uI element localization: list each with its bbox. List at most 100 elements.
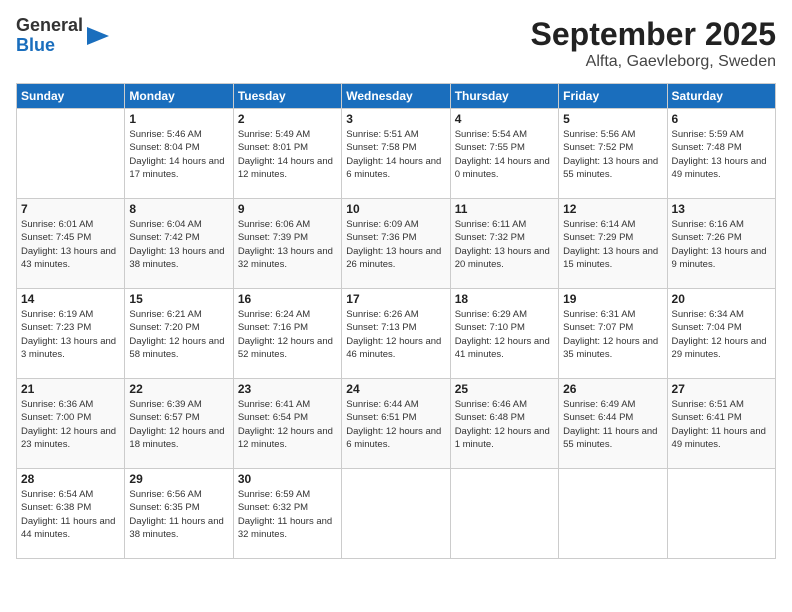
cell-info: Sunrise: 5:51 AM Sunset: 7:58 PM Dayligh… bbox=[346, 128, 445, 181]
cell-info: Sunrise: 6:41 AM Sunset: 6:54 PM Dayligh… bbox=[238, 398, 337, 451]
sunrise-label: Sunrise: 5:56 AM bbox=[563, 129, 635, 140]
date-number: 24 bbox=[346, 382, 445, 396]
date-number: 21 bbox=[21, 382, 120, 396]
calendar-cell: 4 Sunrise: 5:54 AM Sunset: 7:55 PM Dayli… bbox=[450, 109, 558, 199]
calendar-subtitle: Alfta, Gaevleborg, Sweden bbox=[531, 53, 776, 71]
cell-info: Sunrise: 6:31 AM Sunset: 7:07 PM Dayligh… bbox=[563, 308, 662, 361]
date-number: 29 bbox=[129, 472, 228, 486]
sunset-label: Sunset: 7:45 PM bbox=[21, 232, 91, 243]
calendar-cell: 23 Sunrise: 6:41 AM Sunset: 6:54 PM Dayl… bbox=[233, 379, 341, 469]
cell-info: Sunrise: 5:56 AM Sunset: 7:52 PM Dayligh… bbox=[563, 128, 662, 181]
day-header-monday: Monday bbox=[125, 84, 233, 109]
calendar-cell: 19 Sunrise: 6:31 AM Sunset: 7:07 PM Dayl… bbox=[559, 289, 667, 379]
cell-info: Sunrise: 6:19 AM Sunset: 7:23 PM Dayligh… bbox=[21, 308, 120, 361]
calendar-cell: 20 Sunrise: 6:34 AM Sunset: 7:04 PM Dayl… bbox=[667, 289, 775, 379]
sunset-label: Sunset: 8:04 PM bbox=[129, 142, 199, 153]
date-number: 16 bbox=[238, 292, 337, 306]
calendar-cell: 21 Sunrise: 6:36 AM Sunset: 7:00 PM Dayl… bbox=[17, 379, 125, 469]
sunset-label: Sunset: 6:57 PM bbox=[129, 412, 199, 423]
sunset-label: Sunset: 6:41 PM bbox=[672, 412, 742, 423]
date-number: 7 bbox=[21, 202, 120, 216]
daylight-label: Daylight: 11 hours and 38 minutes. bbox=[129, 516, 223, 540]
sunset-label: Sunset: 6:51 PM bbox=[346, 412, 416, 423]
calendar-cell: 27 Sunrise: 6:51 AM Sunset: 6:41 PM Dayl… bbox=[667, 379, 775, 469]
sunrise-label: Sunrise: 6:46 AM bbox=[455, 399, 527, 410]
date-number: 2 bbox=[238, 112, 337, 126]
cell-info: Sunrise: 5:59 AM Sunset: 7:48 PM Dayligh… bbox=[672, 128, 771, 181]
daylight-label: Daylight: 12 hours and 23 minutes. bbox=[21, 426, 116, 450]
daylight-label: Daylight: 13 hours and 3 minutes. bbox=[21, 336, 116, 360]
cell-info: Sunrise: 6:04 AM Sunset: 7:42 PM Dayligh… bbox=[129, 218, 228, 271]
sunrise-label: Sunrise: 6:54 AM bbox=[21, 489, 93, 500]
header-row: SundayMondayTuesdayWednesdayThursdayFrid… bbox=[17, 84, 776, 109]
week-row-3: 14 Sunrise: 6:19 AM Sunset: 7:23 PM Dayl… bbox=[17, 289, 776, 379]
cell-info: Sunrise: 6:11 AM Sunset: 7:32 PM Dayligh… bbox=[455, 218, 554, 271]
daylight-label: Daylight: 12 hours and 58 minutes. bbox=[129, 336, 224, 360]
calendar-cell: 10 Sunrise: 6:09 AM Sunset: 7:36 PM Dayl… bbox=[342, 199, 450, 289]
calendar-cell: 26 Sunrise: 6:49 AM Sunset: 6:44 PM Dayl… bbox=[559, 379, 667, 469]
calendar-cell bbox=[17, 109, 125, 199]
calendar-cell: 13 Sunrise: 6:16 AM Sunset: 7:26 PM Dayl… bbox=[667, 199, 775, 289]
calendar-cell: 16 Sunrise: 6:24 AM Sunset: 7:16 PM Dayl… bbox=[233, 289, 341, 379]
sunrise-label: Sunrise: 6:01 AM bbox=[21, 219, 93, 230]
daylight-label: Daylight: 14 hours and 12 minutes. bbox=[238, 156, 333, 180]
sunrise-label: Sunrise: 5:46 AM bbox=[129, 129, 201, 140]
sunset-label: Sunset: 7:23 PM bbox=[21, 322, 91, 333]
cell-info: Sunrise: 6:36 AM Sunset: 7:00 PM Dayligh… bbox=[21, 398, 120, 451]
calendar-cell: 24 Sunrise: 6:44 AM Sunset: 6:51 PM Dayl… bbox=[342, 379, 450, 469]
sunset-label: Sunset: 6:38 PM bbox=[21, 502, 91, 513]
daylight-label: Daylight: 13 hours and 32 minutes. bbox=[238, 246, 333, 270]
date-number: 18 bbox=[455, 292, 554, 306]
cell-info: Sunrise: 6:29 AM Sunset: 7:10 PM Dayligh… bbox=[455, 308, 554, 361]
calendar-title: September 2025 bbox=[531, 16, 776, 53]
sunset-label: Sunset: 6:48 PM bbox=[455, 412, 525, 423]
date-number: 1 bbox=[129, 112, 228, 126]
cell-info: Sunrise: 6:39 AM Sunset: 6:57 PM Dayligh… bbox=[129, 398, 228, 451]
date-number: 13 bbox=[672, 202, 771, 216]
daylight-label: Daylight: 11 hours and 49 minutes. bbox=[672, 426, 766, 450]
sunset-label: Sunset: 7:07 PM bbox=[563, 322, 633, 333]
daylight-label: Daylight: 12 hours and 1 minute. bbox=[455, 426, 550, 450]
cell-info: Sunrise: 6:06 AM Sunset: 7:39 PM Dayligh… bbox=[238, 218, 337, 271]
calendar-cell: 12 Sunrise: 6:14 AM Sunset: 7:29 PM Dayl… bbox=[559, 199, 667, 289]
date-number: 27 bbox=[672, 382, 771, 396]
cell-info: Sunrise: 6:01 AM Sunset: 7:45 PM Dayligh… bbox=[21, 218, 120, 271]
date-number: 5 bbox=[563, 112, 662, 126]
daylight-label: Daylight: 14 hours and 17 minutes. bbox=[129, 156, 224, 180]
cell-info: Sunrise: 6:16 AM Sunset: 7:26 PM Dayligh… bbox=[672, 218, 771, 271]
daylight-label: Daylight: 11 hours and 32 minutes. bbox=[238, 516, 332, 540]
calendar-cell: 5 Sunrise: 5:56 AM Sunset: 7:52 PM Dayli… bbox=[559, 109, 667, 199]
calendar-cell: 25 Sunrise: 6:46 AM Sunset: 6:48 PM Dayl… bbox=[450, 379, 558, 469]
sunset-label: Sunset: 7:16 PM bbox=[238, 322, 308, 333]
sunset-label: Sunset: 8:01 PM bbox=[238, 142, 308, 153]
sunrise-label: Sunrise: 6:34 AM bbox=[672, 309, 744, 320]
sunset-label: Sunset: 7:10 PM bbox=[455, 322, 525, 333]
cell-info: Sunrise: 6:46 AM Sunset: 6:48 PM Dayligh… bbox=[455, 398, 554, 451]
sunset-label: Sunset: 7:32 PM bbox=[455, 232, 525, 243]
sunset-label: Sunset: 7:20 PM bbox=[129, 322, 199, 333]
day-header-tuesday: Tuesday bbox=[233, 84, 341, 109]
daylight-label: Daylight: 12 hours and 12 minutes. bbox=[238, 426, 333, 450]
sunset-label: Sunset: 6:32 PM bbox=[238, 502, 308, 513]
sunrise-label: Sunrise: 5:54 AM bbox=[455, 129, 527, 140]
calendar-cell: 9 Sunrise: 6:06 AM Sunset: 7:39 PM Dayli… bbox=[233, 199, 341, 289]
date-number: 20 bbox=[672, 292, 771, 306]
logo-general: General bbox=[16, 16, 83, 36]
cell-info: Sunrise: 6:59 AM Sunset: 6:32 PM Dayligh… bbox=[238, 488, 337, 541]
calendar-cell: 3 Sunrise: 5:51 AM Sunset: 7:58 PM Dayli… bbox=[342, 109, 450, 199]
sunrise-label: Sunrise: 6:11 AM bbox=[455, 219, 527, 230]
week-row-5: 28 Sunrise: 6:54 AM Sunset: 6:38 PM Dayl… bbox=[17, 469, 776, 559]
day-header-wednesday: Wednesday bbox=[342, 84, 450, 109]
calendar-cell: 2 Sunrise: 5:49 AM Sunset: 8:01 PM Dayli… bbox=[233, 109, 341, 199]
daylight-label: Daylight: 12 hours and 18 minutes. bbox=[129, 426, 224, 450]
date-number: 8 bbox=[129, 202, 228, 216]
cell-info: Sunrise: 5:49 AM Sunset: 8:01 PM Dayligh… bbox=[238, 128, 337, 181]
logo-blue: Blue bbox=[16, 36, 83, 56]
sunset-label: Sunset: 6:35 PM bbox=[129, 502, 199, 513]
sunrise-label: Sunrise: 6:16 AM bbox=[672, 219, 744, 230]
cell-info: Sunrise: 6:51 AM Sunset: 6:41 PM Dayligh… bbox=[672, 398, 771, 451]
date-number: 28 bbox=[21, 472, 120, 486]
daylight-label: Daylight: 13 hours and 26 minutes. bbox=[346, 246, 441, 270]
sunrise-label: Sunrise: 6:09 AM bbox=[346, 219, 418, 230]
calendar-cell: 29 Sunrise: 6:56 AM Sunset: 6:35 PM Dayl… bbox=[125, 469, 233, 559]
